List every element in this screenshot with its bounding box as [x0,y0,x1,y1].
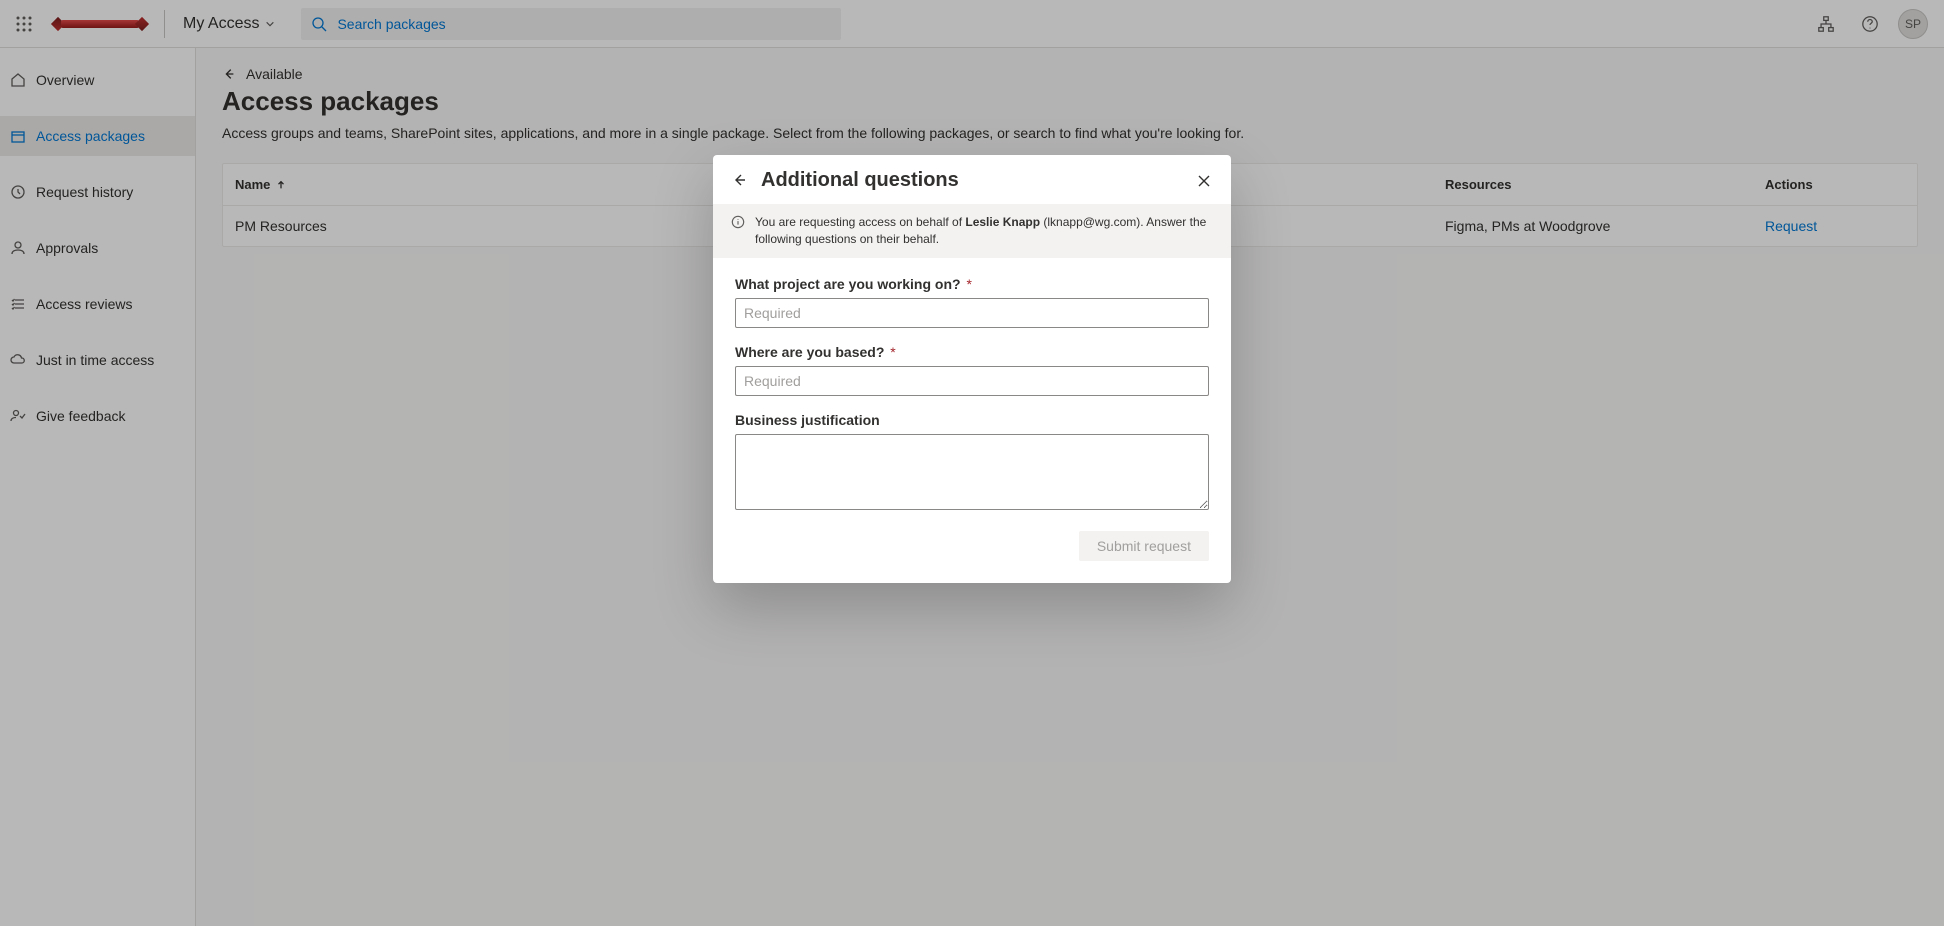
modal-back-button[interactable] [731,172,749,190]
modal-body: What project are you working on? * Where… [713,258,1231,521]
q3-label: Business justification [735,412,1209,428]
modal-close-button[interactable] [1195,172,1213,190]
info-name: Leslie Knapp [965,215,1040,229]
info-icon [731,215,745,229]
project-input[interactable] [735,298,1209,328]
modal-footer: Submit request [713,521,1231,583]
required-mark: * [886,344,895,360]
modal-title: Additional questions [761,169,1183,192]
field-project: What project are you working on? * [735,276,1209,328]
arrow-left-icon [731,172,747,188]
q2-label: Where are you based? * [735,344,1209,360]
q1-label: What project are you working on? * [735,276,1209,292]
modal-header: Additional questions [713,155,1231,204]
field-justification: Business justification [735,412,1209,515]
justification-textarea[interactable] [735,434,1209,510]
modal-info-banner: You are requesting access on behalf of L… [713,204,1231,258]
close-icon [1196,173,1212,189]
modal-info-text: You are requesting access on behalf of L… [755,214,1213,248]
info-prefix: You are requesting access on behalf of [755,215,965,229]
location-input[interactable] [735,366,1209,396]
required-mark: * [963,276,972,292]
additional-questions-modal: Additional questions You are requesting … [713,155,1231,583]
submit-request-button[interactable]: Submit request [1079,531,1209,561]
field-location: Where are you based? * [735,344,1209,396]
